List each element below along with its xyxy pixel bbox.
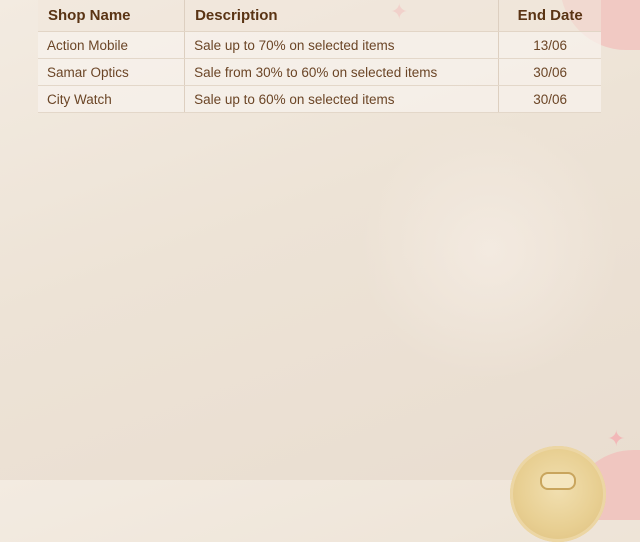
cell-description: Sale up to 60% on selected items: [184, 85, 499, 113]
header-row: Shop Name Description End Date: [38, 0, 601, 32]
table-row: Action Mobile Sale up to 70% on selected…: [38, 31, 601, 59]
table-row: Samar Optics Sale from 30% to 60% on sel…: [38, 58, 601, 86]
header-end-date: End Date: [498, 0, 601, 32]
cookie-icon: [510, 446, 606, 542]
sparkle-icon: ✦: [607, 426, 626, 451]
cell-end-date: 30/06: [498, 85, 601, 113]
background-glow: [360, 120, 620, 380]
table-row: City Watch Sale up to 60% on selected it…: [38, 85, 601, 113]
sales-table-body: Action Mobile Sale up to 70% on selected…: [38, 31, 601, 113]
sales-table-header: Shop Name Description End Date: [38, 0, 601, 32]
cell-shop-name: City Watch: [38, 85, 185, 113]
cookie-center: [540, 472, 576, 490]
cell-end-date: 30/06: [498, 58, 601, 86]
cell-description: Sale from 30% to 60% on selected items: [184, 58, 499, 86]
cell-end-date: 13/06: [498, 31, 601, 59]
cell-description: Sale up to 70% on selected items: [184, 31, 499, 59]
sales-table: Shop Name Description End Date Action Mo…: [38, 0, 601, 113]
cell-shop-name: Action Mobile: [38, 31, 185, 59]
header-description: Description: [184, 0, 499, 32]
cell-shop-name: Samar Optics: [38, 58, 185, 86]
header-shop-name: Shop Name: [38, 0, 185, 32]
